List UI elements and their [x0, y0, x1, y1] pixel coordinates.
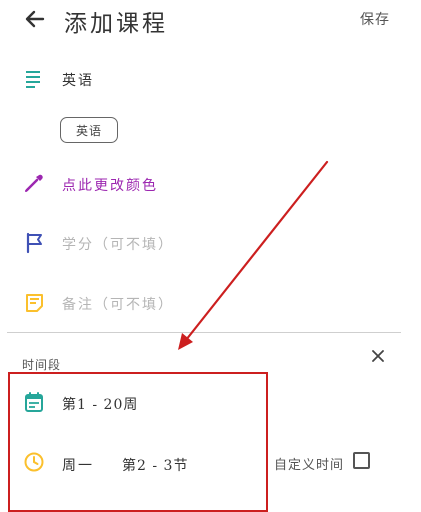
- page-title: 添加课程: [64, 11, 168, 37]
- course-name-chip[interactable]: 英语: [60, 117, 118, 143]
- time-section-label: 时间段: [22, 358, 62, 372]
- sticky-note-icon: [24, 292, 46, 314]
- section-divider: [7, 332, 401, 333]
- change-color-button[interactable]: 点此更改颜色: [62, 175, 158, 195]
- notes-lines-icon: [24, 67, 46, 89]
- close-icon: [372, 350, 384, 362]
- save-button[interactable]: 保存: [360, 9, 390, 29]
- eyedropper-icon: [23, 172, 45, 194]
- custom-time-checkbox[interactable]: [353, 452, 370, 469]
- note-input[interactable]: 备注（可不填）: [62, 294, 174, 314]
- course-name-field[interactable]: 英语: [62, 70, 94, 90]
- flag-icon: [24, 232, 46, 254]
- annotation-highlight-box: [8, 372, 268, 512]
- back-button[interactable]: [22, 6, 48, 32]
- arrow-left-icon: [25, 10, 45, 28]
- credit-input[interactable]: 学分（可不填）: [62, 234, 174, 254]
- close-button[interactable]: [371, 348, 385, 362]
- custom-time-label: 自定义时间: [274, 458, 345, 473]
